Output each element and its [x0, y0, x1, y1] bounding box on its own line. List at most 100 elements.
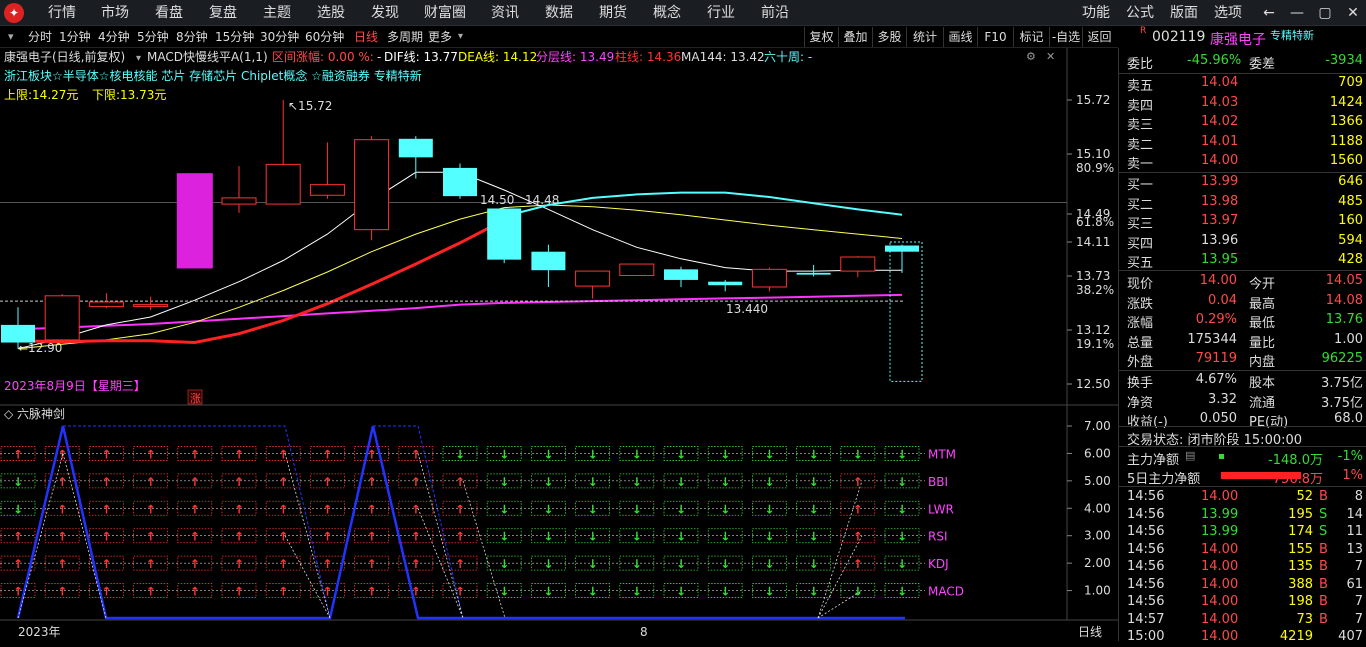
bid-row-0[interactable]: 买一 13.99 646: [1119, 173, 1366, 193]
menu-6[interactable]: 发现: [371, 0, 399, 26]
arrow-up-icon: ↑: [278, 502, 288, 516]
ask-row-1[interactable]: 卖四 14.03 1424: [1119, 94, 1366, 114]
stat2-row-0[interactable]: 换手 4.67% 股本 3.75亿: [1119, 371, 1366, 391]
arrow-down-icon: ↓: [455, 447, 465, 461]
toolbar-8[interactable]: 返回: [1082, 27, 1116, 47]
menu-4[interactable]: 主题: [263, 0, 291, 26]
arrow-up-icon: ↑: [322, 447, 332, 461]
flow-row-0[interactable]: 主力净额 -148.0万 -1% ▤: [1119, 448, 1366, 468]
period-4[interactable]: 8分钟: [176, 26, 208, 48]
toolbar-1[interactable]: 叠加: [838, 27, 872, 47]
toolbar-4[interactable]: 画线: [943, 27, 977, 47]
minimize-icon[interactable]: —: [1284, 0, 1310, 26]
settings-icon[interactable]: ⚙: [1026, 50, 1036, 63]
ask-row-0[interactable]: 卖五 14.04 709: [1119, 74, 1366, 94]
bid-row-1[interactable]: 买二 13.98 485: [1119, 193, 1366, 213]
ind-label-5: MACD: [928, 585, 964, 599]
period-1[interactable]: 1分钟: [59, 26, 91, 48]
doc-icon[interactable]: ▤: [1185, 449, 1195, 462]
menu-2[interactable]: 看盘: [155, 0, 183, 26]
menu-right-0[interactable]: 功能: [1082, 0, 1110, 26]
arrow-up-icon: ↑: [411, 530, 421, 544]
close-panel-icon[interactable]: ✕: [1046, 50, 1055, 63]
period-6[interactable]: 30分钟: [260, 26, 299, 48]
stat2-row-1[interactable]: 净资 3.32 流通 3.75亿: [1119, 391, 1366, 411]
menu-right-2[interactable]: 版面: [1170, 0, 1198, 26]
menu-7[interactable]: 财富圈: [424, 0, 466, 26]
cell: 13.76: [1325, 312, 1363, 327]
arrow-up-icon: ↑: [234, 475, 244, 489]
bid-row-2[interactable]: 买三 13.97 160: [1119, 212, 1366, 232]
tick-row-0[interactable]: 14:56 14.00 52 B 8: [1119, 488, 1366, 507]
back-icon[interactable]: ←: [1256, 0, 1282, 26]
tick-row-8[interactable]: 15:00 14.00 4219 407: [1119, 628, 1366, 647]
ask-row-2[interactable]: 卖三 14.02 1366: [1119, 113, 1366, 133]
stat-row-1[interactable]: 涨跌 0.04 最高 14.08: [1119, 292, 1366, 312]
menu-5[interactable]: 选股: [317, 0, 345, 26]
menu-1[interactable]: 市场: [101, 0, 129, 26]
cell: 13: [1346, 541, 1363, 557]
ind-label-4: KDJ: [928, 557, 949, 571]
menu-0[interactable]: 行情: [48, 0, 76, 26]
period-9[interactable]: 多周期: [387, 26, 423, 48]
concept-tags[interactable]: 浙江板块☆半导体☆核电核能 芯片 存储芯片 Chiplet概念 ☆融资融券 专精…: [4, 68, 422, 83]
menu-9[interactable]: 数据: [545, 0, 573, 26]
weibi-row[interactable]: 委比 -45.96% 委差 -3934: [1119, 52, 1366, 72]
kline-chart[interactable]: 康强电子(日线,前复权) MACD快慢线平A(1,1) 区间涨幅: 0.00 %: -…: [0, 48, 1118, 641]
tick-row-2[interactable]: 14:56 13.99 174 S 11: [1119, 523, 1366, 542]
trade-state[interactable]: 交易状态: 闭市阶段 15:00:00: [1119, 428, 1366, 448]
period-10[interactable]: 更多: [428, 26, 452, 48]
stat-row-4[interactable]: 外盘 79119 内盘 96225: [1119, 350, 1366, 370]
arrow-up-icon: ↑: [411, 447, 421, 461]
period-5[interactable]: 15分钟: [215, 26, 254, 48]
period-2[interactable]: 4分钟: [98, 26, 130, 48]
tick-row-7[interactable]: 14:57 14.00 73 B 7: [1119, 611, 1366, 630]
toolbar-7[interactable]: -自选: [1049, 27, 1082, 47]
stat-row-0[interactable]: 现价 14.00 今开 14.05: [1119, 272, 1366, 292]
tick-row-3[interactable]: 14:56 14.00 155 B 13: [1119, 541, 1366, 560]
arrow-up-icon: ↑: [234, 502, 244, 516]
cell: 3.32: [1208, 391, 1237, 407]
menu-11[interactable]: 概念: [653, 0, 681, 26]
menu-3[interactable]: 复盘: [209, 0, 237, 26]
arrow-down-icon: ↓: [543, 530, 553, 544]
toolbar-6[interactable]: 标记: [1013, 27, 1049, 47]
menu-10[interactable]: 期货: [599, 0, 627, 26]
stat-row-2[interactable]: 涨幅 0.29% 最低 13.76: [1119, 311, 1366, 331]
flow-row-1[interactable]: 5日主力净额 756.8万 1%: [1119, 467, 1366, 487]
menu-right-3[interactable]: 选项: [1214, 0, 1242, 26]
candle: [44, 295, 80, 341]
period-7[interactable]: 60分钟: [305, 26, 344, 48]
tick-row-6[interactable]: 14:56 14.00 198 B 7: [1119, 593, 1366, 612]
toolbar-2[interactable]: 多股: [872, 27, 906, 47]
menu-13[interactable]: 前沿: [761, 0, 789, 26]
maximize-icon[interactable]: ▢: [1312, 0, 1338, 26]
period-8[interactable]: 日线: [354, 26, 378, 48]
period-0[interactable]: 分时: [28, 26, 52, 48]
lower-limit: 下限:13.73元: [92, 88, 166, 102]
app-logo-icon[interactable]: ✦: [4, 3, 24, 23]
arrow-up-icon: ↑: [278, 585, 288, 599]
close-icon[interactable]: ✕: [1340, 0, 1366, 26]
tick-row-5[interactable]: 14:56 14.00 388 B 61: [1119, 576, 1366, 595]
ask-row-4[interactable]: 卖一 14.00 1560: [1119, 152, 1366, 172]
indicator-dropdown-icon[interactable]: ▾: [136, 53, 141, 64]
menu-12[interactable]: 行业: [707, 0, 735, 26]
tick-row-4[interactable]: 14:56 14.00 135 B 7: [1119, 558, 1366, 577]
bid-row-3[interactable]: 买四 13.96 594: [1119, 232, 1366, 252]
cell: 13.99: [1201, 524, 1239, 539]
toolbar-3[interactable]: 统计: [906, 27, 943, 47]
period-3[interactable]: 5分钟: [137, 26, 169, 48]
arrow-up-icon: ↑: [190, 502, 200, 516]
cell: 61: [1346, 576, 1363, 592]
more-periods-icon[interactable]: ▾: [458, 26, 463, 48]
menu-right-1[interactable]: 公式: [1126, 0, 1154, 26]
bid-row-4[interactable]: 买五 13.95 428: [1119, 251, 1366, 271]
period-dropdown-icon[interactable]: ▾: [8, 26, 14, 48]
ask-row-3[interactable]: 卖二 14.01 1188: [1119, 133, 1366, 153]
toolbar-0[interactable]: 复权: [804, 27, 838, 47]
menu-8[interactable]: 资讯: [491, 0, 519, 26]
tick-row-1[interactable]: 14:56 13.99 195 S 14: [1119, 506, 1366, 525]
toolbar-5[interactable]: F10: [977, 27, 1013, 47]
stat-row-3[interactable]: 总量 175344 量比 1.00: [1119, 331, 1366, 351]
